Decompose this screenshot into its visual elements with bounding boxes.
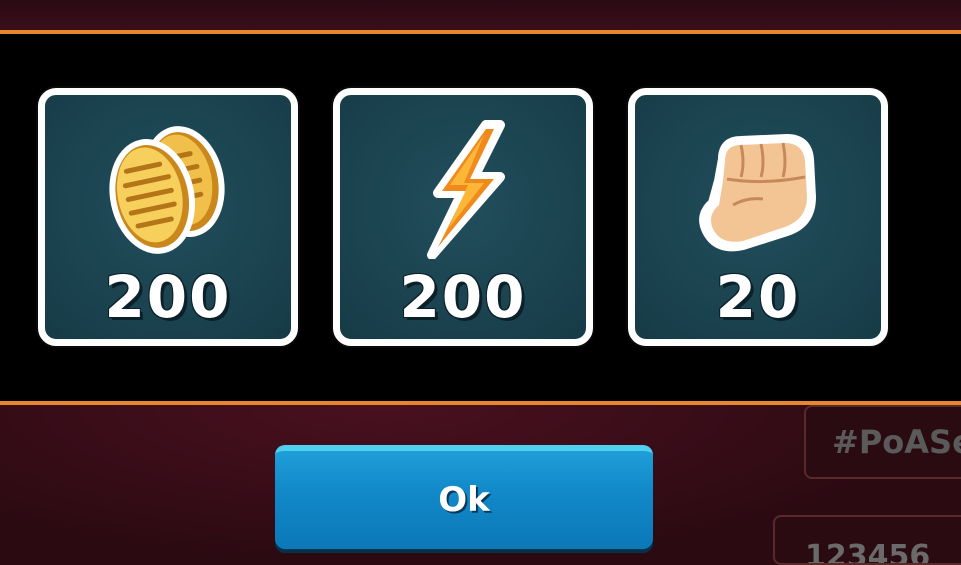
reward-amount: 200 [104, 263, 232, 331]
reward-amount: 200 [399, 263, 527, 331]
hashtag-text: #PoASe [832, 423, 961, 461]
code-text: 123456 [805, 539, 931, 565]
top-background [0, 0, 961, 30]
ok-button[interactable]: Ok [275, 445, 653, 549]
reward-amount: 20 [715, 263, 801, 331]
code-panel[interactable]: 123456 [773, 515, 961, 565]
gold-coins-icon [109, 126, 225, 254]
lightning-energy-icon [427, 120, 505, 259]
fist-power-icon [699, 134, 816, 252]
hashtag-panel: #PoASe [804, 405, 961, 479]
ok-button-label: Ok [438, 480, 490, 520]
reward-tile-energy: 200 [333, 88, 593, 346]
reward-tile-power: 20 [628, 88, 888, 346]
reward-tile-coins: 200 [38, 88, 298, 346]
